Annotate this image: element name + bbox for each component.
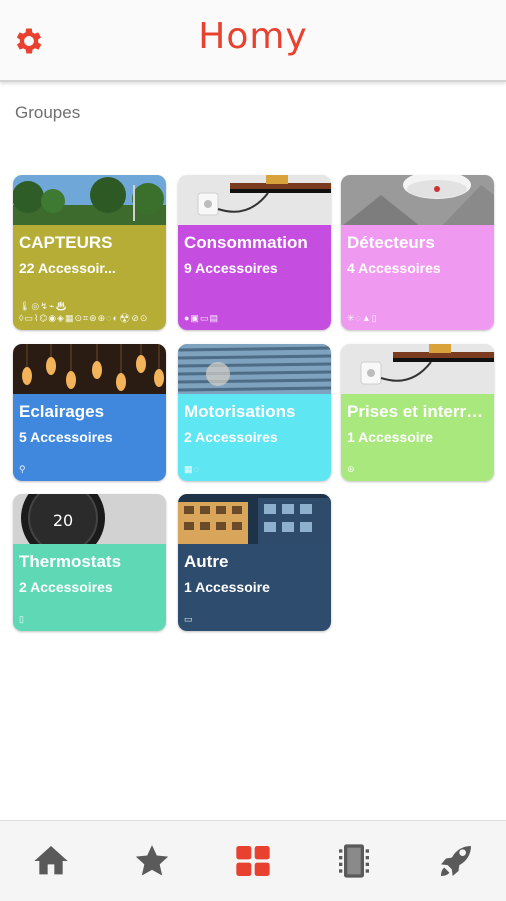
group-title: Détecteurs: [347, 233, 435, 252]
group-title: Motorisations: [184, 402, 296, 421]
group-accessory-icons: ⊛: [347, 464, 356, 474]
group-accessory-icons: ●▣▭▤: [184, 313, 219, 323]
group-title: Thermostats: [19, 552, 122, 571]
group-panel: Motorisations 2 Accessoires ▦◌: [178, 394, 331, 481]
group-title: Autre: [184, 552, 229, 571]
group-card-detecteurs[interactable]: Détecteurs 4 Accessoires ✳◌▲▯: [341, 175, 494, 330]
group-photo-blinds: [178, 344, 331, 396]
group-photo-trees: [13, 175, 166, 227]
group-accessory-icons: ⚲: [19, 464, 27, 474]
group-panel: Thermostats 2 Accessoires ▯: [13, 544, 166, 631]
group-accessory-count: 2 Accessoires: [19, 579, 113, 595]
group-accessory-count: 22 Accessoir...: [19, 260, 116, 276]
group-photo-building: [178, 494, 331, 546]
group-photo-smoke-detector: [341, 175, 494, 227]
group-accessory-icons: ▭: [184, 614, 194, 624]
home-icon[interactable]: [31, 841, 71, 881]
group-accessory-count: 1 Accessoire: [347, 429, 433, 445]
group-card-thermostats[interactable]: 20 Thermostats 2 Accessoires ▯: [13, 494, 166, 631]
groups-grid: CAPTEURS 22 Accessoir... 🌡◎↯⌁♨◊▭⌇⌬◉◈▦⊙⌗⊛…: [0, 0, 506, 820]
bottom-navigation: [0, 820, 506, 901]
rocket-icon[interactable]: [436, 841, 476, 881]
group-card-eclairages[interactable]: Eclairages 5 Accessoires ⚲: [13, 344, 166, 481]
group-card-autre[interactable]: Autre 1 Accessoire ▭: [178, 494, 331, 631]
group-card-prises[interactable]: Prises et interru... 1 Accessoire ⊛: [341, 344, 494, 481]
group-title: CAPTEURS: [19, 233, 113, 252]
group-card-capteurs[interactable]: CAPTEURS 22 Accessoir... 🌡◎↯⌁♨◊▭⌇⌬◉◈▦⊙⌗⊛…: [13, 175, 166, 330]
group-accessory-count: 9 Accessoires: [184, 260, 278, 276]
group-panel: Prises et interru... 1 Accessoire ⊛: [341, 394, 494, 481]
group-accessory-icons: ▦◌: [184, 464, 200, 474]
group-panel: Détecteurs 4 Accessoires ✳◌▲▯: [341, 225, 494, 330]
group-accessory-icons: ▯: [19, 614, 25, 624]
group-card-motorisations[interactable]: Motorisations 2 Accessoires ▦◌: [178, 344, 331, 481]
group-title: Consommation: [184, 233, 308, 252]
device-icon[interactable]: [334, 841, 374, 881]
group-accessory-count: 2 Accessoires: [184, 429, 278, 445]
group-accessory-icons: ✳◌▲▯: [347, 313, 378, 323]
group-panel: Eclairages 5 Accessoires ⚲: [13, 394, 166, 481]
grid-icon[interactable]: [233, 841, 273, 881]
group-photo-thermostat: 20: [13, 494, 166, 546]
group-accessory-count: 1 Accessoire: [184, 579, 270, 595]
thermostat-display: 20: [53, 511, 73, 530]
group-photo-outlet: [341, 344, 494, 396]
group-panel: Autre 1 Accessoire ▭: [178, 544, 331, 631]
group-title: Eclairages: [19, 402, 105, 421]
group-panel: CAPTEURS 22 Accessoir... 🌡◎↯⌁♨◊▭⌇⌬◉◈▦⊙⌗⊛…: [13, 225, 166, 330]
group-card-consommation[interactable]: Consommation 9 Accessoires ●▣▭▤: [178, 175, 331, 330]
group-accessory-count: 5 Accessoires: [19, 429, 113, 445]
group-title: Prises et interru...: [347, 402, 490, 421]
group-photo-bulbs: [13, 344, 166, 396]
star-icon[interactable]: [132, 841, 172, 881]
group-accessory-count: 4 Accessoires: [347, 260, 441, 276]
group-panel: Consommation 9 Accessoires ●▣▭▤: [178, 225, 331, 330]
group-photo-outlet: [178, 175, 331, 227]
group-accessory-icons: 🌡◎↯⌁♨◊▭⌇⌬◉◈▦⊙⌗⊛⊕◌◐☢⊘⊙: [19, 301, 149, 323]
